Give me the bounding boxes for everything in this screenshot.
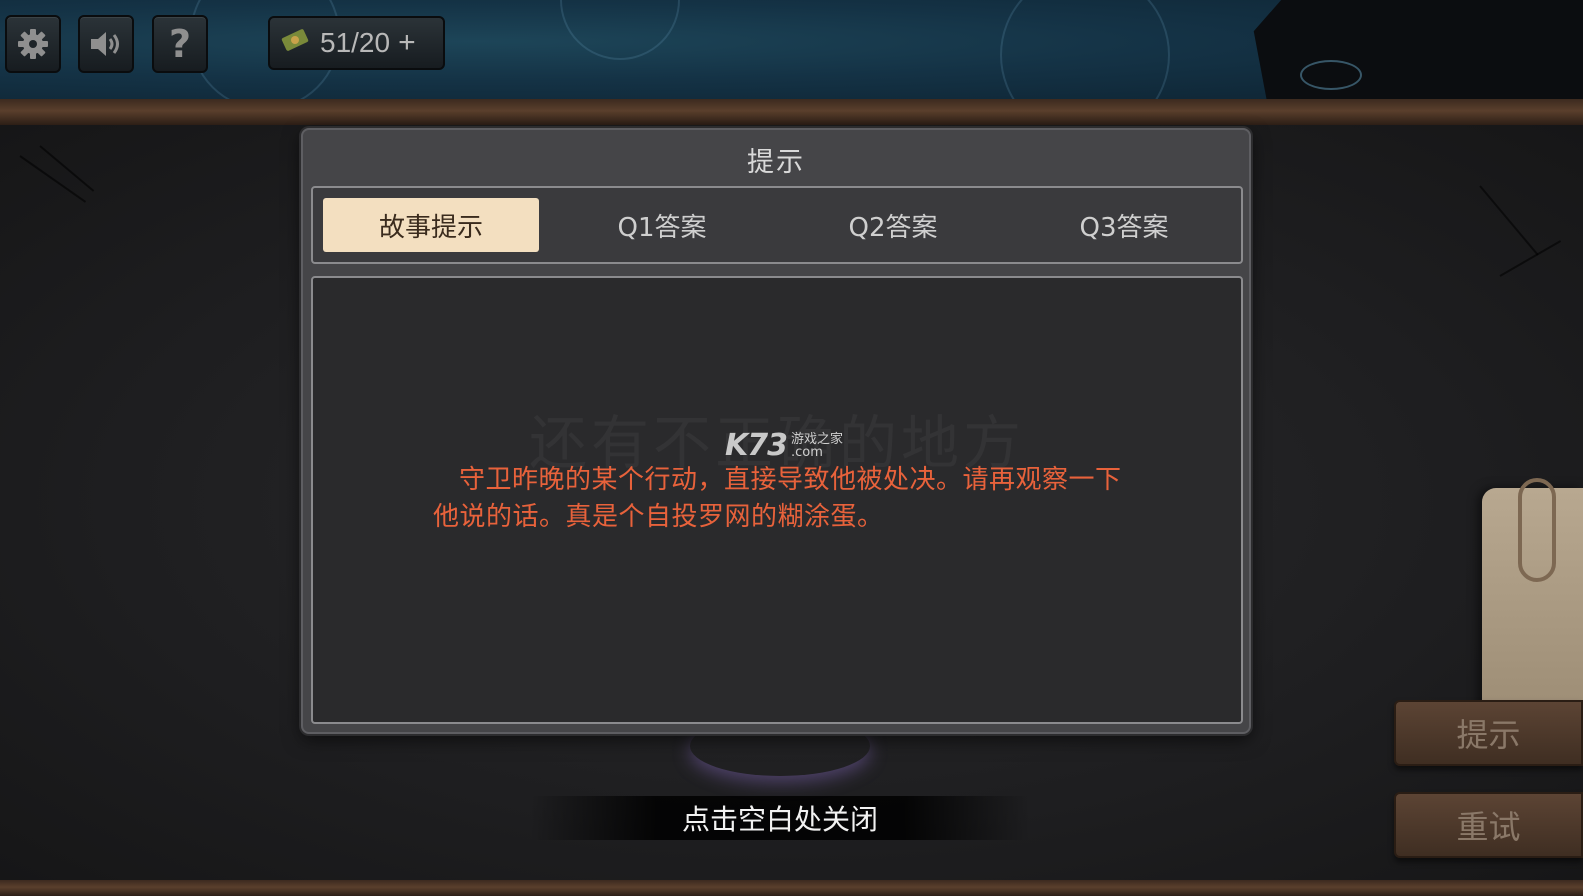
question-mark-icon: ? bbox=[168, 22, 192, 66]
wood-frame-top bbox=[0, 99, 1583, 125]
black-cat-silhouette bbox=[1253, 0, 1583, 104]
tab-q3-answer[interactable]: Q3答案 bbox=[1016, 198, 1232, 252]
scratch-mark bbox=[19, 155, 87, 203]
paperclip-icon bbox=[1518, 478, 1556, 582]
game-screen[interactable]: ? 51/20 + 提示 重试 提示 故事提示 Q1答案 Q2答案 Q3答案 K… bbox=[0, 0, 1583, 896]
tab-story-hint[interactable]: 故事提示 bbox=[323, 198, 539, 252]
add-currency-button[interactable]: + bbox=[398, 26, 416, 60]
settings-button[interactable] bbox=[5, 15, 61, 73]
currency-value: 51/20 bbox=[320, 27, 391, 58]
scratch-mark bbox=[1479, 185, 1539, 256]
scratch-mark bbox=[39, 145, 95, 192]
ticket-icon bbox=[280, 27, 310, 60]
watermark-subtitle: 游戏之家 .com bbox=[791, 431, 844, 460]
currency-counter[interactable]: 51/20 + bbox=[268, 16, 445, 70]
hint-content-box: 还有不正确的地方 K73 游戏之家 .com 守卫昨晚的某个行动，直接导致他被处… bbox=[311, 276, 1243, 724]
speaker-icon bbox=[88, 28, 124, 60]
cat-eye-ornament bbox=[1300, 60, 1362, 90]
site-watermark: K73 游戏之家 .com bbox=[725, 428, 843, 463]
dialog-title: 提示 bbox=[747, 147, 805, 178]
sound-button[interactable] bbox=[78, 15, 134, 73]
hint-dialog: 提示 故事提示 Q1答案 Q2答案 Q3答案 还有不正确的地方 K73 游戏之家… bbox=[301, 128, 1251, 734]
tab-bar: 故事提示 Q1答案 Q2答案 Q3答案 bbox=[311, 186, 1243, 264]
hint-button[interactable]: 提示 bbox=[1394, 700, 1583, 766]
ornament-swirl bbox=[1000, 0, 1170, 104]
tab-q1-answer[interactable]: Q1答案 bbox=[554, 198, 770, 252]
help-button[interactable]: ? bbox=[152, 15, 208, 73]
close-prompt[interactable]: 点击空白处关闭 bbox=[530, 796, 1030, 840]
hint-text: 守卫昨晚的某个行动，直接导致他被处决。请再观察一下他说的话。真是个自投罗网的糊涂… bbox=[433, 465, 1122, 532]
gear-icon bbox=[16, 27, 50, 61]
wood-frame-bottom bbox=[0, 880, 1583, 896]
watermark-brand: K73 bbox=[725, 428, 788, 463]
ornament-swirl bbox=[560, 0, 680, 60]
retry-button[interactable]: 重试 bbox=[1394, 792, 1583, 858]
tab-q2-answer[interactable]: Q2答案 bbox=[785, 198, 1001, 252]
